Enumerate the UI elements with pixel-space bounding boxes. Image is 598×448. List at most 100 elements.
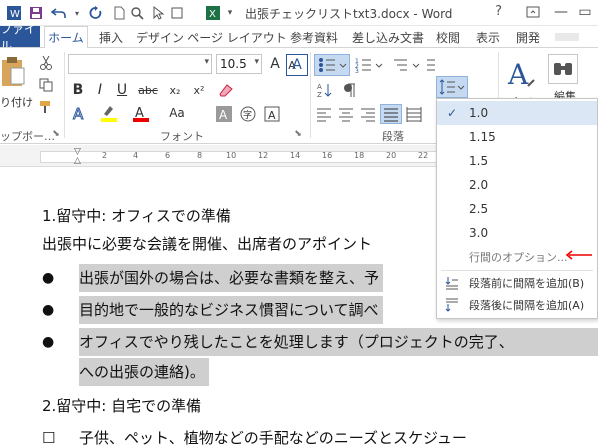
subscript-button[interactable]: x₂ [164, 80, 186, 100]
chevron-down-icon: ▾ [204, 57, 209, 67]
minimize-button[interactable]: — [550, 2, 572, 22]
option-label: 段落前に間隔を追加(B) [469, 277, 585, 290]
tab-developer[interactable]: 開発 [512, 26, 544, 48]
shape-icon[interactable] [168, 3, 186, 23]
option-label: 3.0 [469, 226, 489, 240]
window-title: 出張チェックリストtxt3.docx - Word [245, 7, 453, 21]
show-formatting-icon[interactable] [338, 80, 360, 100]
paste-label[interactable]: り付け [0, 94, 33, 110]
highlight-color-icon[interactable] [96, 102, 124, 124]
tab-home[interactable]: ホーム [44, 26, 88, 48]
font-color-icon[interactable]: A [128, 102, 156, 124]
font-size-value: 10.5 [220, 57, 247, 71]
excel-icon[interactable]: X [204, 3, 222, 23]
restore-button[interactable]: ▭ [574, 2, 596, 22]
option-label: 1.5 [469, 154, 489, 168]
numbering-button[interactable]: 123 [352, 54, 386, 76]
print-preview-icon[interactable] [128, 3, 146, 23]
redo-icon[interactable] [86, 3, 106, 23]
tab-file[interactable]: ファイル [0, 22, 40, 53]
bullet-text-continued: への出張の連絡)。 [79, 358, 209, 386]
phonetic-guide-icon[interactable]: A [286, 54, 308, 76]
ruler-number: 12 [258, 151, 269, 160]
user-account-icon[interactable] [552, 26, 582, 48]
align-left-icon[interactable] [314, 104, 334, 124]
grow-font-button[interactable]: A [266, 54, 284, 74]
spacing-option-2-0[interactable]: 2.0 [437, 173, 597, 197]
change-case-button[interactable]: Aa [160, 102, 194, 124]
font-size-combo[interactable]: 10.5 ▾ [216, 54, 262, 74]
option-label: 2.0 [469, 178, 489, 192]
ribbon-display-options-icon[interactable] [522, 2, 544, 22]
font-group-label: フォント [160, 130, 204, 143]
bullets-button[interactable] [314, 54, 350, 76]
ruler-number: 8 [197, 151, 203, 160]
undo-dropdown-icon[interactable]: ▾ [72, 3, 82, 23]
tab-insert[interactable]: 挿入 [94, 26, 128, 48]
enclose-characters-icon[interactable]: 字 [238, 104, 258, 124]
font-launcher-icon[interactable]: ⬊ [292, 128, 304, 140]
paste-icon[interactable] [0, 54, 26, 92]
svg-text:Z: Z [317, 91, 322, 98]
multilevel-list-button[interactable] [390, 54, 424, 76]
tab-mailings[interactable]: 差し込み文書 [350, 26, 426, 48]
space-after-icon [444, 297, 460, 313]
character-shading-icon[interactable]: A [214, 104, 234, 124]
svg-text:A: A [268, 109, 276, 122]
hanging-indent-marker[interactable]: △ [74, 156, 81, 166]
superscript-button[interactable]: x² [188, 80, 210, 100]
svg-text:X: X [209, 9, 216, 20]
bold-button[interactable]: B [68, 80, 88, 100]
ruler-number: 22 [418, 151, 429, 160]
italic-button[interactable]: I [90, 80, 110, 100]
spacing-option-2-5[interactable]: 2.5 [437, 197, 597, 221]
align-center-icon[interactable] [336, 104, 356, 124]
tab-page-layout[interactable]: ページ レイアウト [187, 26, 287, 48]
underline-button[interactable]: U [112, 80, 132, 100]
clipboard-launcher-icon[interactable]: ⬊ [50, 128, 62, 140]
cut-icon[interactable] [36, 54, 56, 72]
spacing-option-1-15[interactable]: 1.15 [437, 125, 597, 149]
tab-review[interactable]: 校閲 [432, 26, 464, 48]
tab-references[interactable]: 参考資料 [286, 26, 342, 48]
paragraph-group-label: 段落 [382, 130, 404, 143]
add-space-before-item[interactable]: 段落前に間隔を追加(B) [437, 271, 597, 295]
strikethrough-button[interactable]: abc [134, 80, 162, 100]
styles-icon[interactable]: A [502, 54, 540, 94]
spacing-option-1-0[interactable]: ✓ 1.0 [437, 101, 597, 125]
tab-view[interactable]: 表示 [472, 26, 504, 48]
svg-text:3: 3 [355, 68, 359, 73]
ruler-number: 4 [133, 151, 139, 160]
checkbox-marker: ☐ [42, 429, 56, 447]
justify-icon[interactable] [380, 104, 402, 124]
find-icon[interactable] [548, 54, 578, 84]
checkbox-text: 子供、ペット、植物などの手配などのニーズとスケジュー [79, 429, 467, 447]
text-effects-icon[interactable]: A [68, 102, 92, 124]
spacing-option-1-5[interactable]: 1.5 [437, 149, 597, 173]
help-button[interactable]: ? [495, 4, 502, 19]
copy-icon[interactable] [36, 76, 56, 94]
distributed-icon[interactable] [404, 104, 424, 124]
line-spacing-button[interactable] [436, 76, 468, 98]
bullet-marker: ● [42, 334, 55, 350]
group-divider [64, 52, 65, 138]
option-label: 1.0 [469, 106, 489, 120]
quick-access-customize-icon[interactable]: ▾ [224, 3, 236, 23]
open-icon[interactable] [110, 3, 128, 23]
pointer-icon[interactable] [150, 3, 166, 23]
tab-design[interactable]: デザイン [134, 26, 186, 48]
format-painter-icon[interactable] [36, 98, 56, 116]
align-right-icon[interactable] [358, 104, 378, 124]
clear-formatting-icon[interactable] [214, 80, 238, 100]
sort-icon[interactable]: AZ [314, 80, 336, 100]
add-space-after-item[interactable]: 段落後に間隔を追加(A) [437, 293, 597, 317]
undo-icon[interactable] [48, 3, 70, 23]
space-before-icon [444, 275, 460, 291]
ruler-number: 2 [102, 151, 108, 160]
spacing-option-3-0[interactable]: 3.0 [437, 221, 597, 245]
decrease-indent-icon[interactable] [426, 54, 436, 76]
svg-text:A: A [507, 58, 529, 91]
font-name-combo[interactable]: ▾ [68, 54, 212, 74]
option-label: 行間のオプション... [469, 251, 568, 264]
character-border-icon[interactable]: A [262, 104, 282, 124]
